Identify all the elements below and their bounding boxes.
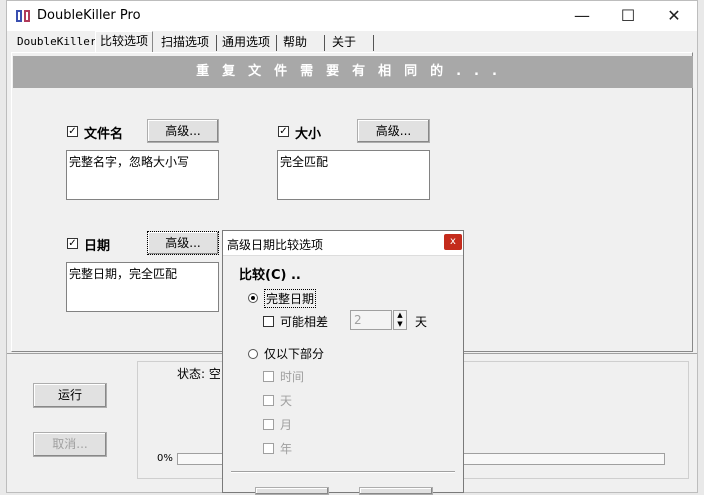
day-label: 天 xyxy=(280,394,293,408)
tab-divider xyxy=(324,35,325,51)
year-checkbox[interactable] xyxy=(263,443,274,454)
filename-summary: 完整名字，忽略大小写 xyxy=(66,150,219,200)
filename-advanced-button[interactable]: 高级... xyxy=(147,119,219,143)
dialog-divider xyxy=(231,471,455,472)
minimize-button[interactable]: — xyxy=(559,1,605,31)
status-text: 状态: 空 xyxy=(177,367,221,381)
size-label: 大小 xyxy=(295,127,322,142)
time-label: 时间 xyxy=(280,370,305,384)
time-checkbox[interactable] xyxy=(263,371,274,382)
day-checkbox[interactable] xyxy=(263,395,274,406)
compare-label: 比较(C) .. xyxy=(239,268,301,283)
section-banner: 重复文件需要有相同的... xyxy=(13,56,693,88)
tab-divider xyxy=(373,35,374,51)
progress-label: 0% xyxy=(157,453,173,464)
size-advanced-button[interactable]: 高级... xyxy=(357,119,430,143)
days-unit: 天 xyxy=(415,315,428,329)
size-checkbox[interactable]: ✓ xyxy=(278,126,289,137)
date-checkbox[interactable]: ✓ xyxy=(67,238,78,249)
chevron-down-icon[interactable]: ▼ xyxy=(397,320,402,328)
tab-scan-options[interactable]: 扫描选项 xyxy=(157,33,213,51)
date-label: 日期 xyxy=(84,239,111,254)
year-label: 年 xyxy=(280,442,293,456)
app-icon xyxy=(15,9,31,23)
month-checkbox[interactable] xyxy=(263,419,274,430)
partial-label: 仅以下部分 xyxy=(264,347,325,361)
dialog-title-bar: 高级日期比较选项 x xyxy=(223,231,463,256)
days-spinner[interactable]: ▲ ▼ xyxy=(393,310,407,330)
filename-checkbox[interactable]: ✓ xyxy=(67,126,78,137)
tab-general-options[interactable]: 通用选项 xyxy=(218,33,274,51)
advanced-date-dialog: 高级日期比较选项 x 比较(C) .. 完整日期 可能相差 2 ▲ ▼ 天 仅以下… xyxy=(222,230,464,495)
tab-divider xyxy=(216,35,217,51)
dialog-cancel-button[interactable] xyxy=(359,487,433,495)
dialog-close-button[interactable]: x xyxy=(444,234,462,250)
close-button[interactable]: ✕ xyxy=(651,1,697,31)
tab-doublekiller[interactable]: DoubleKiller xyxy=(13,33,100,51)
tab-help[interactable]: 帮助 xyxy=(279,33,311,51)
size-summary: 完全匹配 xyxy=(277,150,430,200)
tab-strip: DoubleKiller 比较选项 扫描选项 通用选项 帮助 关于 xyxy=(11,31,693,53)
dialog-ok-button[interactable] xyxy=(255,487,329,495)
date-advanced-button[interactable]: 高级... xyxy=(147,231,219,255)
full-date-radio[interactable] xyxy=(248,293,258,303)
title-bar: DoubleKiller Pro — ☐ ✕ xyxy=(7,1,697,31)
tab-divider xyxy=(276,35,277,51)
tab-compare-options[interactable]: 比较选项 xyxy=(95,31,154,52)
cancel-button[interactable]: 取消... xyxy=(33,432,107,457)
dialog-title: 高级日期比较选项 xyxy=(227,238,324,252)
chevron-up-icon[interactable]: ▲ xyxy=(397,311,402,319)
month-label: 月 xyxy=(280,418,293,432)
date-summary: 完整日期，完全匹配 xyxy=(66,262,219,312)
partial-radio[interactable] xyxy=(248,349,258,359)
may-differ-checkbox[interactable] xyxy=(263,316,274,327)
tab-about[interactable]: 关于 xyxy=(328,33,360,51)
may-differ-label: 可能相差 xyxy=(280,315,329,329)
full-date-label[interactable]: 完整日期 xyxy=(264,289,317,308)
days-input[interactable]: 2 xyxy=(350,310,392,330)
filename-label: 文件名 xyxy=(84,127,124,142)
run-button[interactable]: 运行 xyxy=(33,383,107,408)
maximize-button[interactable]: ☐ xyxy=(605,1,651,31)
window-title: DoubleKiller Pro xyxy=(37,8,141,23)
